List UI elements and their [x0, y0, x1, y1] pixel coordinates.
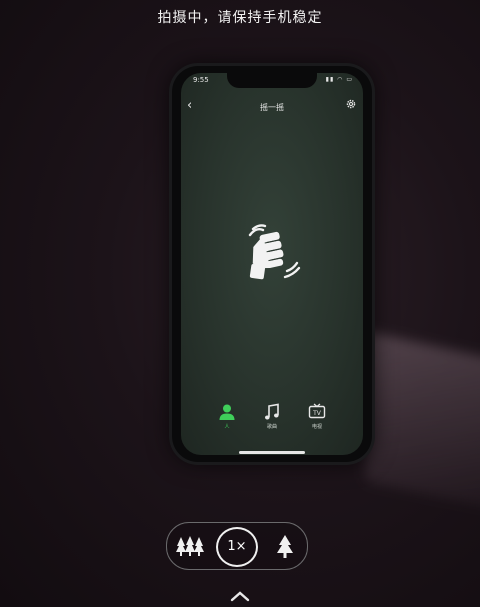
settings-gear-icon[interactable] — [345, 98, 357, 110]
shake-hand-icon[interactable] — [243, 221, 303, 283]
tab-songs[interactable]: 歌曲 — [257, 403, 287, 430]
status-icons: ▮▮ ◠ ▭ — [325, 76, 353, 83]
music-note-icon — [265, 403, 279, 420]
wide-angle-trees-icon[interactable] — [176, 535, 204, 557]
camera-instruction: 拍摄中，请保持手机稳定 — [157, 10, 323, 26]
home-indicator — [239, 451, 305, 454]
tab-bar: 人 歌曲 TV 电视 — [181, 403, 363, 443]
background-wall — [365, 331, 480, 509]
tab-songs-label: 歌曲 — [266, 424, 277, 430]
phone-notch — [227, 73, 317, 88]
telephoto-tree-icon[interactable] — [275, 534, 295, 558]
tab-tv-label: 电视 — [311, 424, 322, 430]
tv-icon: TV — [308, 403, 326, 419]
tab-person-label: 人 — [224, 424, 230, 430]
person-icon — [219, 404, 235, 420]
photographed-phone: 9:55 ▮▮ ◠ ▭ ‹ 摇一摇 人 歌曲 TV 电视 — [172, 66, 372, 462]
zoom-1x-button[interactable]: 1× — [216, 527, 258, 567]
camera-zoom-control: 1× — [166, 522, 308, 570]
chevron-up-icon[interactable] — [229, 590, 251, 602]
phone-screen: 9:55 ▮▮ ◠ ▭ ‹ 摇一摇 人 歌曲 TV 电视 — [181, 73, 363, 455]
status-time: 9:55 — [193, 76, 209, 84]
tab-person[interactable]: 人 — [212, 403, 242, 430]
page-title: 摇一摇 — [260, 103, 284, 112]
svg-text:TV: TV — [312, 410, 322, 417]
tab-tv[interactable]: TV 电视 — [302, 403, 332, 430]
